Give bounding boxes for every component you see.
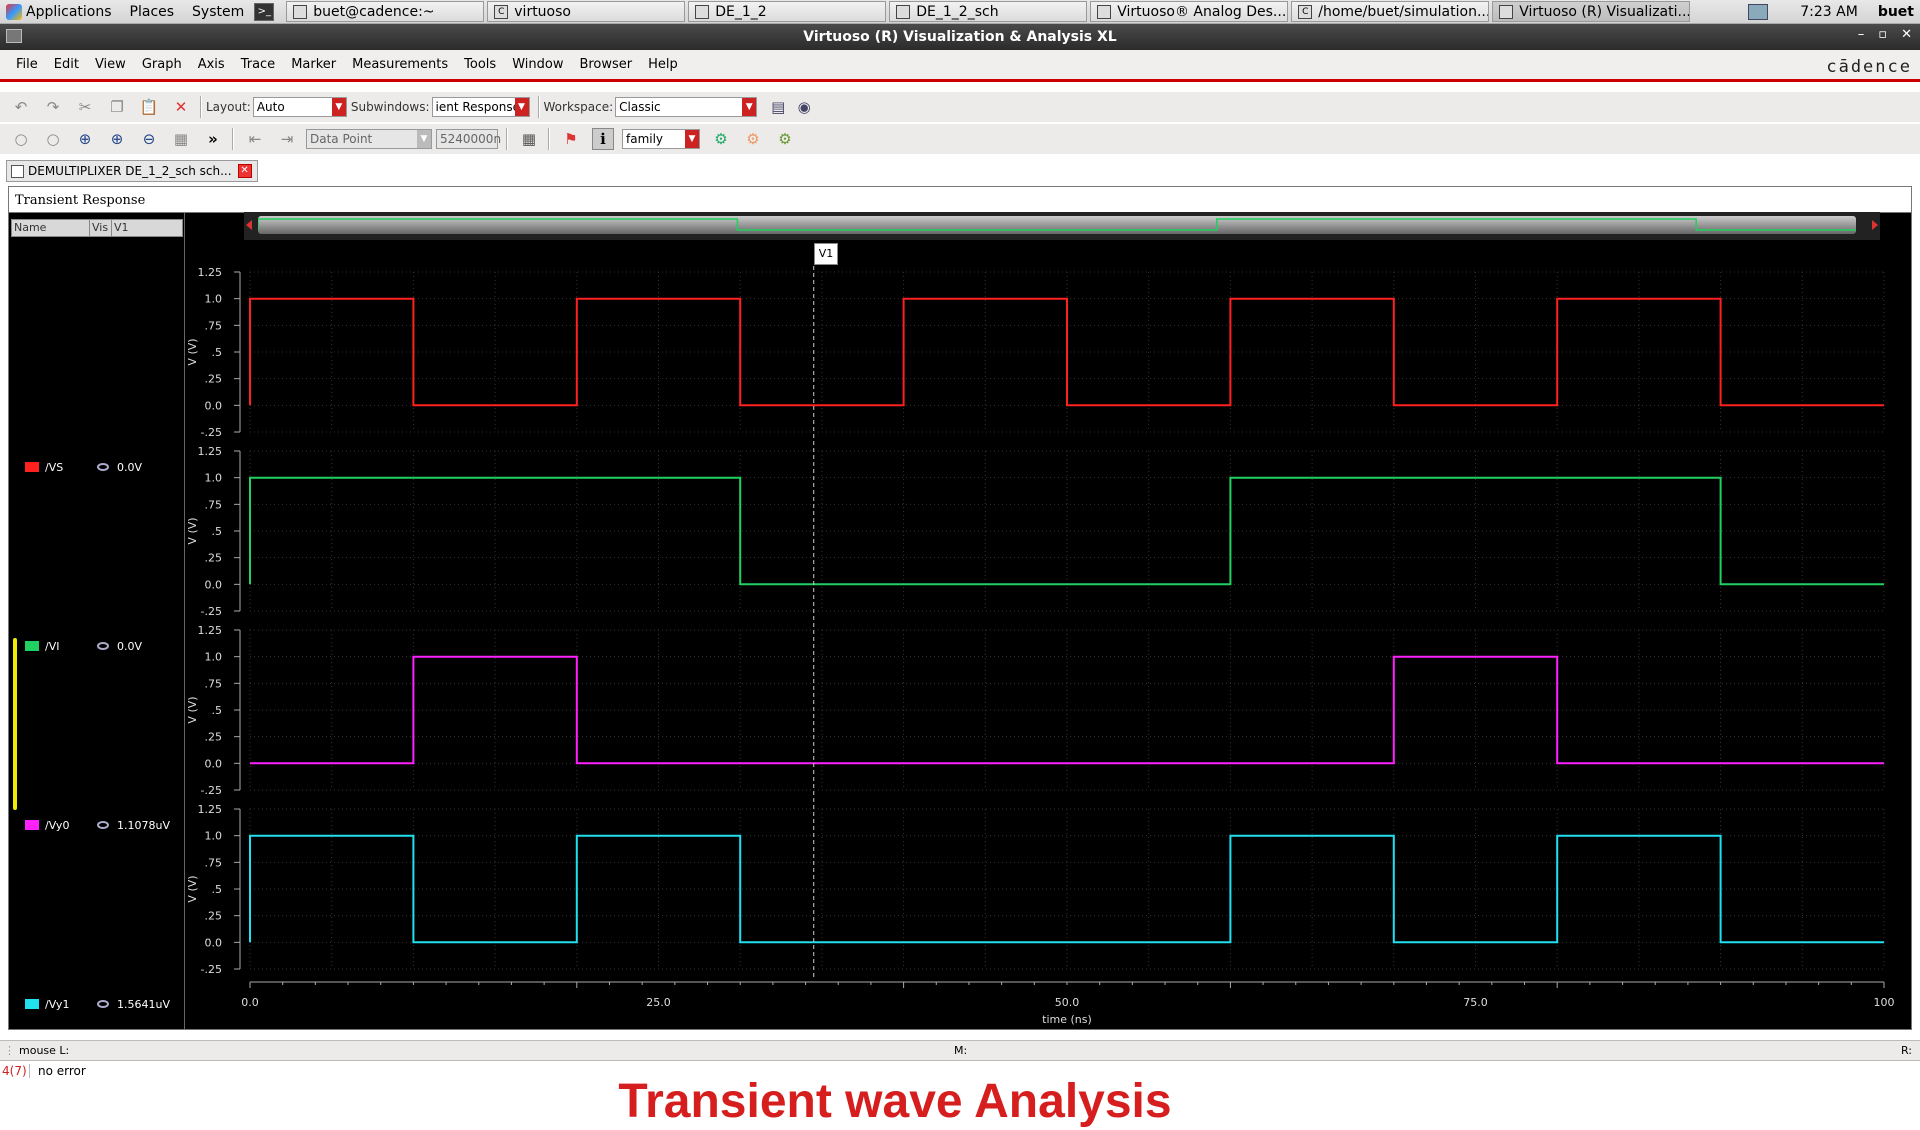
y-tick-label: 1.25 bbox=[198, 445, 223, 458]
y-tick-label: 1.0 bbox=[205, 472, 223, 485]
y-tick-label: .25 bbox=[205, 731, 223, 744]
status-bar: ⋮ mouse L: M: R: bbox=[0, 1040, 1920, 1060]
y-tick-label: .25 bbox=[205, 552, 223, 565]
x-tick-label: 50.0 bbox=[1055, 996, 1080, 1009]
y-tick-label: .75 bbox=[205, 498, 223, 511]
y-tick-label: -.25 bbox=[201, 605, 222, 618]
y-tick-label: .25 bbox=[205, 910, 223, 923]
y-axis-label: V (V) bbox=[186, 875, 199, 902]
x-axis-title: time (ns) bbox=[1042, 1013, 1092, 1026]
y-tick-label: -.25 bbox=[201, 963, 222, 976]
y-tick-label: .5 bbox=[212, 883, 223, 896]
y-tick-label: .5 bbox=[212, 704, 223, 717]
y-axis-label: V (V) bbox=[186, 517, 199, 544]
y-axis-label: V (V) bbox=[186, 696, 199, 723]
x-tick-label: 75.0 bbox=[1463, 996, 1488, 1009]
grip-icon: ⋮ bbox=[4, 1044, 15, 1057]
y-tick-label: .25 bbox=[205, 373, 223, 386]
y-tick-label: -.25 bbox=[201, 426, 222, 439]
middle-mouse-status: M: bbox=[954, 1044, 968, 1057]
x-tick-label: 0.0 bbox=[241, 996, 259, 1009]
x-tick-label: 25.0 bbox=[646, 996, 671, 1009]
y-tick-label: .75 bbox=[205, 319, 223, 332]
y-axis-label: V (V) bbox=[186, 338, 199, 365]
y-tick-label: .5 bbox=[212, 525, 223, 538]
y-tick-label: 1.25 bbox=[198, 624, 223, 637]
y-tick-label: 1.0 bbox=[205, 830, 223, 843]
y-tick-label: 0.0 bbox=[205, 936, 223, 949]
y-tick-label: 1.0 bbox=[205, 293, 223, 306]
right-mouse-status: R: bbox=[1900, 1044, 1912, 1057]
y-tick-label: -.25 bbox=[201, 784, 222, 797]
y-tick-label: 0.0 bbox=[205, 757, 223, 770]
y-tick-label: 1.0 bbox=[205, 651, 223, 664]
y-tick-label: 0.0 bbox=[205, 578, 223, 591]
y-tick-label: 1.25 bbox=[198, 803, 223, 816]
y-tick-label: .75 bbox=[205, 856, 223, 869]
waveform-plots[interactable]: 1.25 1.0 .75 .5 .25 0.0 -.25 V (V) 1.25 1.0 .75 .5.… bbox=[0, 0, 1920, 1040]
x-tick-label: 100 bbox=[1874, 996, 1895, 1009]
y-tick-label: 1.25 bbox=[198, 266, 223, 279]
caption: Transient wave Analysis bbox=[618, 1075, 1172, 1128]
y-tick-label: .5 bbox=[212, 346, 223, 359]
y-tick-label: .75 bbox=[205, 677, 223, 690]
y-tick-label: 0.0 bbox=[205, 399, 223, 412]
mouse-status: mouse L: bbox=[19, 1044, 70, 1057]
